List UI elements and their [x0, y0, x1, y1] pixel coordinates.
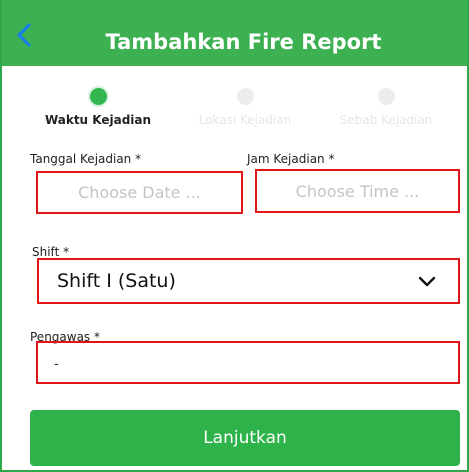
shift-select[interactable]: Shift I (Satu) [37, 258, 460, 304]
step-indicator-dot [236, 88, 254, 105]
date-label: Tanggal Kejadian * [30, 152, 142, 166]
date-field[interactable]: Choose Date ... [36, 171, 243, 214]
step-lokasi-kejadian[interactable]: Lokasi Kejadian [170, 88, 320, 127]
time-field[interactable]: Choose Time ... [255, 169, 460, 213]
shift-label: Shift * [32, 245, 70, 259]
screen-frame [0, 0, 469, 472]
step-label: Lokasi Kejadian [198, 113, 292, 127]
step-waktu-kejadian[interactable]: Waktu Kejadian [23, 88, 173, 127]
page-title: Tambahkan Fire Report [105, 30, 382, 54]
time-label: Jam Kejadian * [247, 152, 335, 166]
pengawas-field[interactable]: - [36, 341, 460, 384]
date-placeholder: Choose Date ... [78, 183, 201, 202]
pengawas-value: - [54, 354, 59, 371]
step-indicator-dot [89, 88, 107, 105]
time-placeholder: Choose Time ... [295, 181, 420, 201]
step-sebab-kejadian[interactable]: Sebab Kejadian [311, 88, 461, 127]
chevron-down-icon [418, 276, 436, 287]
shift-selected-value: Shift I (Satu) [57, 270, 176, 292]
step-label: Sebab Kejadian [339, 113, 433, 127]
lanjutkan-button[interactable]: Lanjutkan [30, 410, 460, 466]
step-label: Waktu Kejadian [44, 113, 152, 127]
step-indicator-dot [377, 88, 395, 105]
app-header: Tambahkan Fire Report [0, 0, 469, 66]
